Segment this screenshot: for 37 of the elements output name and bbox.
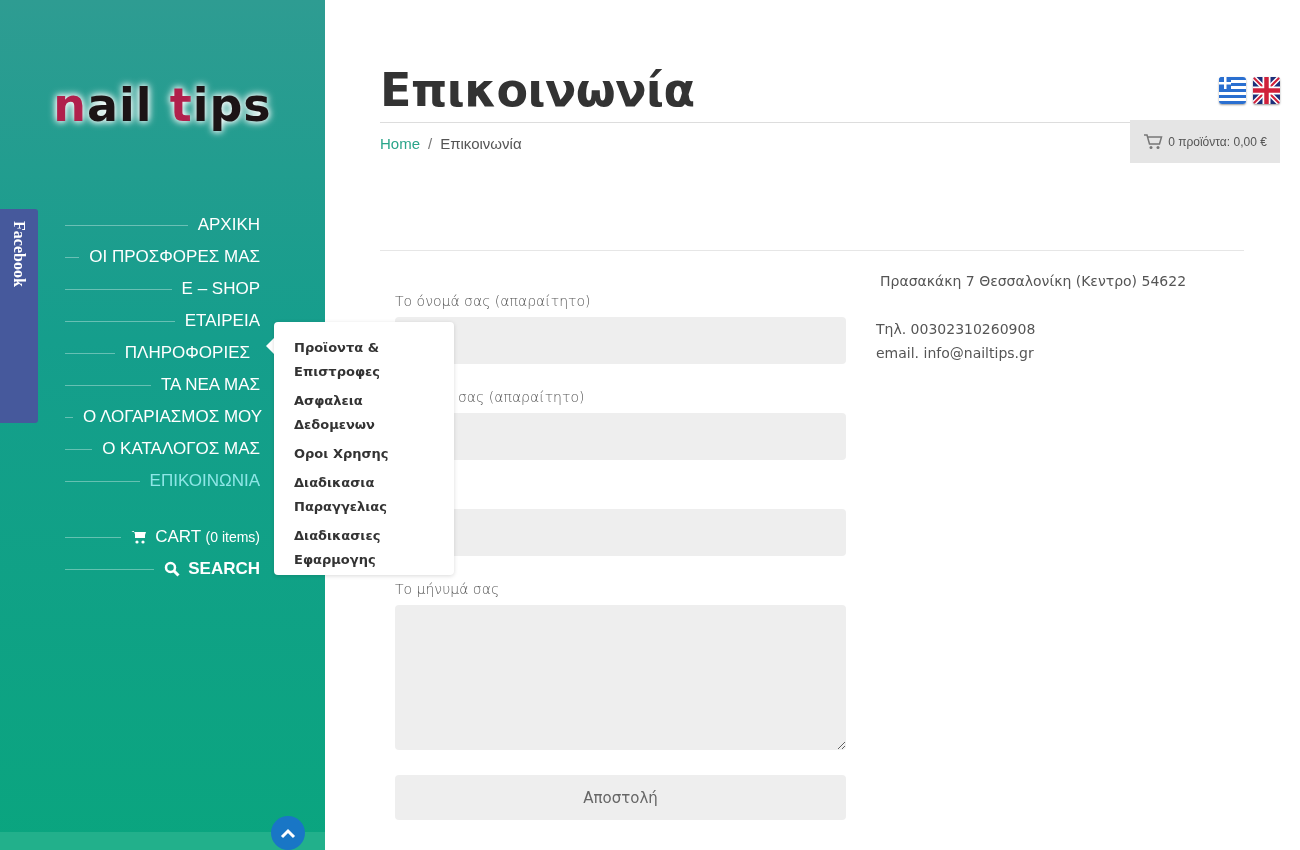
- page-title: Επικοινωνία: [380, 62, 695, 119]
- phone-text: Τηλ. 00302310260908: [876, 320, 1037, 339]
- nav-link[interactable]: Ο ΛΟΓΑΡΙΑΣΜΟΣ ΜΟΥ: [83, 407, 263, 427]
- facebook-tab[interactable]: Facebook: [0, 209, 38, 423]
- submenu-item[interactable]: Προϊοντα & Επιστροφες: [294, 336, 404, 384]
- address-text: Πρασακάκη 7 Θεσσαλονίκη (Κεντρο) 54622: [880, 272, 1187, 291]
- cart-icon: [131, 529, 148, 545]
- cart-icon: [1143, 133, 1164, 150]
- submenu-item[interactable]: Ασφαλεια Δεδομενων: [294, 389, 404, 437]
- logo[interactable]: nail tips: [53, 78, 272, 132]
- email-text: email. info@nailtips.gr: [876, 344, 1035, 363]
- search-link[interactable]: SEARCH: [164, 559, 260, 579]
- greek-flag-icon[interactable]: [1219, 77, 1246, 104]
- current-page-label: Επικοινωνία: [440, 135, 522, 152]
- nav-link[interactable]: ΕΠΙΚΟΙΝΩΝΙΑ: [149, 471, 260, 491]
- field-label: Το μήνυμά σας: [395, 581, 501, 599]
- submenu-item[interactable]: Οροι Χρησης: [294, 442, 404, 466]
- nav-link[interactable]: ΑΡΧΙΚΗ: [197, 215, 260, 235]
- nav-link[interactable]: E – SHOP: [181, 279, 260, 299]
- breadcrumb-link[interactable]: Home: [380, 135, 420, 152]
- nav-link[interactable]: ΟΙ ΠΡΟΣΦΟΡΕΣ ΜΑΣ: [89, 247, 260, 267]
- field-label: Το όνομά σας (απαραίτητο): [395, 293, 592, 311]
- cart-summary[interactable]: 0 προϊόντα: 0,00 €: [1130, 120, 1280, 163]
- cart-link[interactable]: CART (0 items): [131, 527, 260, 547]
- nav-link[interactable]: Ο ΚΑΤΑΛΟΓΟΣ ΜΑΣ: [102, 439, 260, 459]
- message-field[interactable]: [395, 605, 846, 750]
- search-icon: [164, 561, 181, 577]
- send-button[interactable]: Αποστολή: [395, 775, 846, 820]
- nav-link[interactable]: ΠΛΗΡΟΦΟΡΙΕΣ: [124, 343, 250, 363]
- uk-flag-icon[interactable]: [1253, 77, 1280, 104]
- field-label: σας (απαραίτητο): [458, 389, 586, 407]
- nav-link[interactable]: ΕΤΑΙΡΕΙΑ: [184, 311, 260, 331]
- breadcrumb-separator: /: [428, 135, 433, 152]
- submenu-item[interactable]: Διαδικασια Παραγγελιας: [294, 471, 404, 519]
- submenu-item[interactable]: Διαδικασιες Εφαρμογης: [294, 524, 404, 572]
- chevron-up-icon: [280, 827, 296, 839]
- nav-link[interactable]: ΤΑ ΝΕΑ ΜΑΣ: [161, 375, 260, 395]
